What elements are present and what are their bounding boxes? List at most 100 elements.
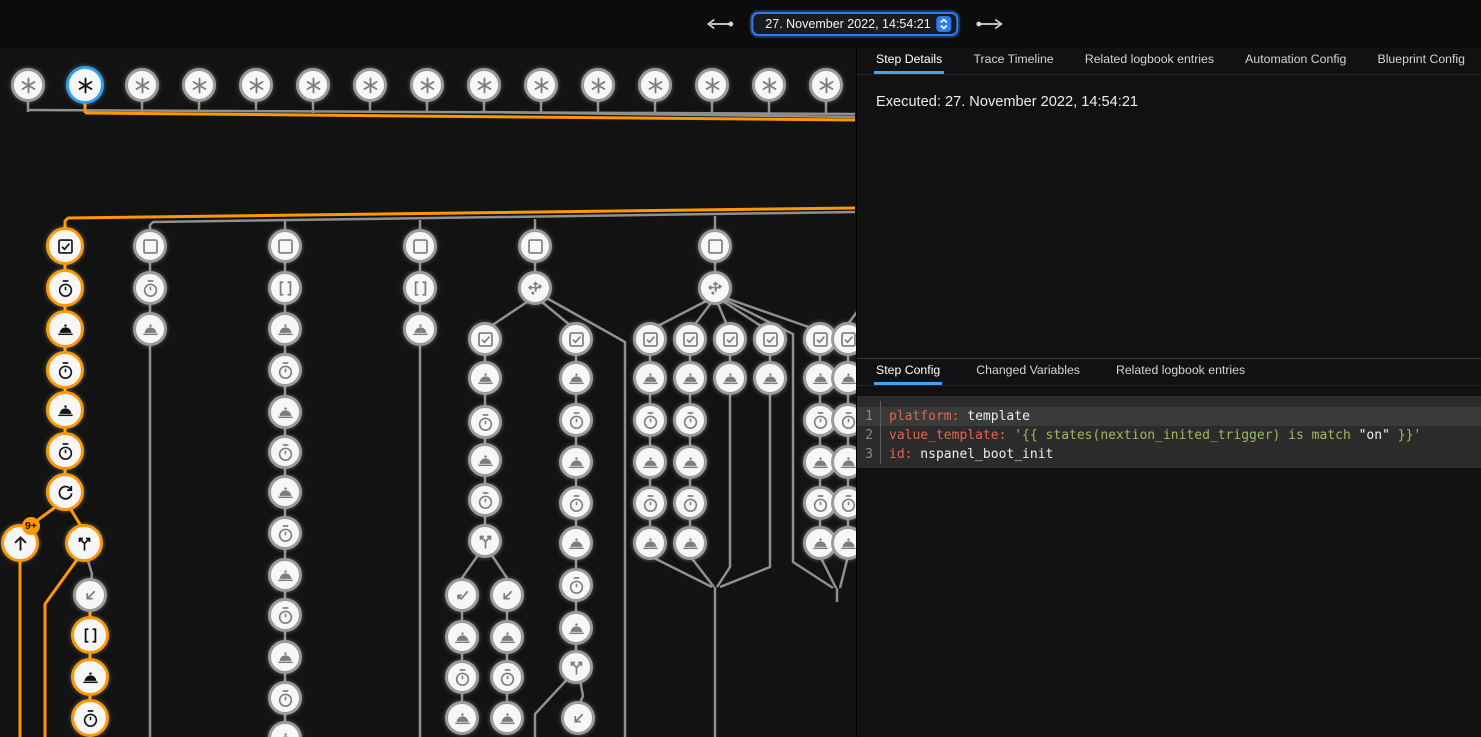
node-room-service-icon[interactable] (71, 658, 109, 696)
node-asterisk-icon[interactable] (410, 68, 444, 102)
node-checkbox-marked-icon[interactable] (673, 322, 707, 356)
node-timer-icon[interactable] (633, 486, 667, 520)
node-room-service-icon[interactable] (559, 611, 593, 645)
node-asterisk-icon[interactable] (11, 68, 45, 102)
node-arrow-bottom-left-icon[interactable] (490, 578, 524, 612)
node-timer-icon[interactable] (673, 486, 707, 520)
node-timer-icon[interactable] (559, 568, 593, 602)
node-code-brackets-icon[interactable] (71, 616, 109, 654)
node-room-service-icon[interactable] (268, 395, 302, 429)
node-asterisk-icon[interactable] (581, 68, 615, 102)
node-room-service-icon[interactable] (268, 312, 302, 346)
node-room-service-icon[interactable] (559, 526, 593, 560)
node-arrow-decision-icon[interactable] (698, 271, 732, 305)
node-asterisk-icon[interactable] (524, 68, 558, 102)
node-timer-icon[interactable] (559, 403, 593, 437)
tab-step-details[interactable]: Step Details (876, 52, 942, 74)
next-trace-icon[interactable] (975, 18, 1007, 30)
node-timer-icon[interactable] (46, 269, 84, 307)
node-room-service-icon[interactable] (445, 701, 479, 735)
node-room-service-icon[interactable] (46, 391, 84, 429)
node-room-service-icon[interactable] (46, 310, 84, 348)
tab-automation-config[interactable]: Automation Config (1245, 52, 1346, 74)
node-room-service-icon[interactable] (403, 312, 437, 346)
node-room-service-icon[interactable] (133, 312, 167, 346)
node-checkbox-blank-icon[interactable] (268, 229, 302, 263)
tab-changed-variables[interactable]: Changed Variables (976, 363, 1080, 385)
node-room-service-icon[interactable] (268, 475, 302, 509)
node-asterisk-icon[interactable] (182, 68, 216, 102)
node-timer-icon[interactable] (46, 351, 84, 389)
node-timer-icon[interactable] (633, 403, 667, 437)
node-timer-icon[interactable] (490, 660, 524, 694)
node-room-service-icon[interactable] (633, 445, 667, 479)
node-asterisk-icon[interactable] (809, 68, 843, 102)
node-arrow-left-check-icon[interactable] (445, 578, 479, 612)
node-timer-icon[interactable] (268, 435, 302, 469)
node-room-service-icon[interactable] (633, 526, 667, 560)
node-asterisk-icon[interactable] (353, 68, 387, 102)
node-room-service-icon[interactable] (468, 361, 502, 395)
node-room-service-icon[interactable] (673, 361, 707, 395)
tab-blueprint-config[interactable]: Blueprint Config (1378, 52, 1466, 74)
node-asterisk-icon[interactable] (638, 68, 672, 102)
node-asterisk-icon[interactable] (695, 68, 729, 102)
node-arrow-decision-icon[interactable] (518, 271, 552, 305)
node-checkbox-marked-icon[interactable] (559, 322, 593, 356)
node-timer-icon[interactable] (468, 405, 502, 439)
node-room-service-icon[interactable] (713, 361, 747, 395)
tab-trace-timeline[interactable]: Trace Timeline (973, 52, 1053, 74)
node-code-brackets-icon[interactable] (268, 271, 302, 305)
node-arrow-bottom-left-icon[interactable] (73, 578, 107, 612)
tab-step-config[interactable]: Step Config (876, 363, 940, 385)
node-asterisk-icon[interactable] (296, 68, 330, 102)
node-timer-icon[interactable] (268, 598, 302, 632)
node-room-service-icon[interactable] (490, 701, 524, 735)
node-checkbox-marked-icon[interactable] (46, 227, 84, 265)
node-room-service-icon[interactable] (753, 361, 787, 395)
node-timer-icon[interactable] (46, 432, 84, 470)
node-room-service-icon[interactable] (268, 558, 302, 592)
node-checkbox-blank-icon[interactable] (133, 229, 167, 263)
node-checkbox-marked-icon[interactable] (468, 322, 502, 356)
node-timer-icon[interactable] (268, 681, 302, 715)
node-timer-icon[interactable] (268, 353, 302, 387)
node-call-split-icon[interactable] (559, 650, 593, 684)
node-call-split-icon[interactable] (65, 524, 103, 562)
tab-step-related-logbook-entries[interactable]: Related logbook entries (1116, 363, 1245, 385)
node-room-service-icon[interactable] (490, 620, 524, 654)
node-timer-icon[interactable] (71, 699, 109, 737)
trace-run-select[interactable]: 27. November 2022, 14:54:21 (751, 12, 958, 36)
node-timer-icon[interactable] (559, 486, 593, 520)
tab-related-logbook-entries[interactable]: Related logbook entries (1085, 52, 1214, 74)
node-room-service-icon[interactable] (559, 361, 593, 395)
node-checkbox-blank-icon[interactable] (518, 229, 552, 263)
node-room-service-icon[interactable] (268, 640, 302, 674)
node-checkbox-marked-icon[interactable] (753, 322, 787, 356)
node-asterisk-icon[interactable] (467, 68, 501, 102)
node-checkbox-blank-icon[interactable] (403, 229, 437, 263)
node-room-service-icon[interactable] (468, 443, 502, 477)
node-asterisk-icon[interactable] (125, 68, 159, 102)
node-asterisk-icon[interactable] (752, 68, 786, 102)
node-refresh-icon[interactable] (46, 473, 84, 511)
node-checkbox-marked-icon[interactable] (633, 322, 667, 356)
node-room-service-icon[interactable] (633, 361, 667, 395)
node-code-brackets-icon[interactable] (403, 271, 437, 305)
node-room-service-icon[interactable] (673, 526, 707, 560)
node-timer-icon[interactable] (673, 403, 707, 437)
node-room-service-icon[interactable] (559, 445, 593, 479)
node-timer-icon[interactable] (468, 483, 502, 517)
node-timer-icon[interactable] (268, 516, 302, 550)
node-call-split-icon[interactable] (468, 524, 502, 558)
node-asterisk-icon[interactable] (66, 66, 104, 104)
node-room-service-icon[interactable] (673, 445, 707, 479)
node-checkbox-blank-icon[interactable] (698, 229, 732, 263)
node-timer-icon[interactable] (445, 660, 479, 694)
node-timer-icon[interactable] (133, 271, 167, 305)
node-arrow-bottom-left-icon[interactable] (561, 701, 595, 735)
node-asterisk-icon[interactable] (239, 68, 273, 102)
previous-trace-icon[interactable] (703, 18, 735, 30)
node-checkbox-marked-icon[interactable] (713, 322, 747, 356)
node-room-service-icon[interactable] (445, 620, 479, 654)
